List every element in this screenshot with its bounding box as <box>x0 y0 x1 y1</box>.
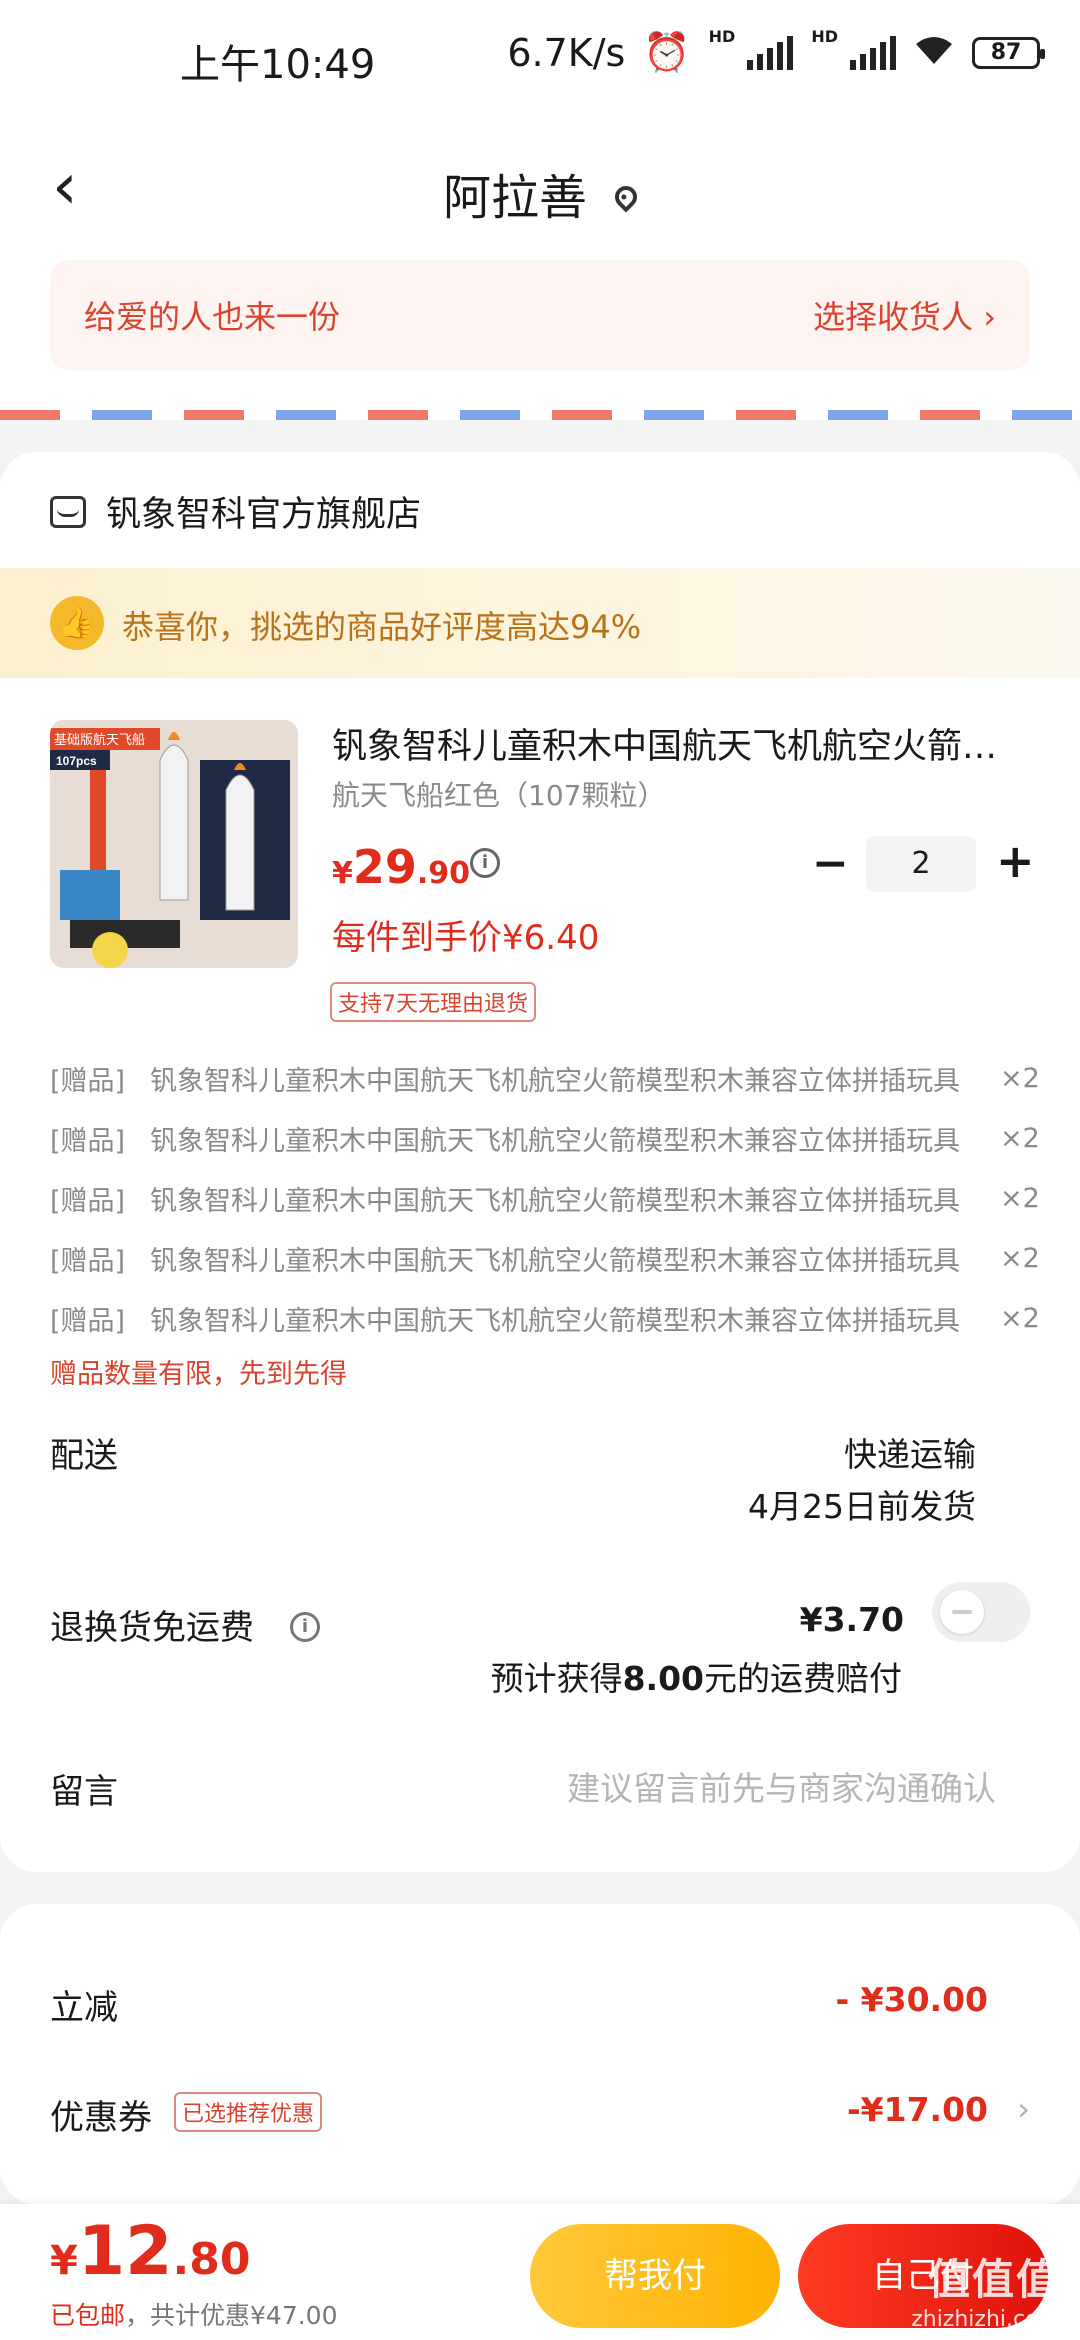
product-image-badge: 基础版航天飞船 <box>54 732 145 747</box>
gift-name: 钒象智科儿童积木中国航天飞机航空火箭模型积木兼容立体拼插玩具 <box>150 1065 960 1097</box>
battery-icon: 87 <box>972 36 1045 69</box>
status-icons: 6.7K/s ⏰ HD HD 87 <box>507 27 1045 75</box>
savings-summary: 已包邮，共计优惠¥47.00 <box>50 2296 338 2332</box>
instant-discount-amount: - ¥30.00 <box>835 1980 988 2019</box>
total-decimal: .80 <box>172 2234 251 2285</box>
alarm-icon: ⏰ <box>643 30 691 74</box>
unit-price: 每件到手价¥6.40 <box>332 918 600 958</box>
compensation-text: 预计获得8.00元的运费赔付 <box>491 1652 902 1700</box>
watermark-site: zhizhizhi.com <box>911 2307 1060 2332</box>
shop-header[interactable]: 钒象智科官方旗舰店 <box>50 486 421 537</box>
hd-label: HD <box>708 27 736 46</box>
return-insurance-toggle[interactable] <box>932 1582 1030 1642</box>
return-policy-tag: 支持7天无理由退货 <box>330 982 536 1022</box>
nav-header: ‹ 阿拉善 <box>0 118 1080 260</box>
location-pin-icon <box>610 181 642 213</box>
shipping-label: 配送 <box>50 1436 118 1476</box>
signal-icon-2 <box>850 35 896 70</box>
gift-banner[interactable]: 给爱的人也来一份 选择收货人 › <box>50 260 1030 370</box>
product-name[interactable]: 钒象智科儿童积木中国航天飞机航空火箭模型积木兼容立体拼插玩具 <box>332 718 1032 769</box>
gift-tag: [赠品] <box>50 1305 126 1337</box>
product-price: ¥29.90 <box>332 840 470 894</box>
gift-count: ×2 <box>1000 1062 1040 1094</box>
return-insurance-price: ¥3.70 <box>799 1600 904 1639</box>
compensation-amount: 8.00 <box>622 1659 704 1698</box>
gift-name: 钒象智科儿童积木中国航天飞机航空火箭模型积木兼容立体拼插玩具 <box>150 1245 960 1277</box>
gift-limit-note: 赠品数量有限，先到先得 <box>50 1359 347 1390</box>
shipping-method[interactable]: 快递运输 <box>844 1428 976 1476</box>
gift-name: 钒象智科儿童积木中国航天飞机航空火箭模型积木兼容立体拼插玩具 <box>150 1125 960 1157</box>
gift-tag: [赠品] <box>50 1245 126 1277</box>
gift-tag: [赠品] <box>50 1065 126 1097</box>
gift-item[interactable]: [赠品] 钒象智科儿童积木中国航天飞机航空火箭模型积木兼容立体拼插玩具 ×2 <box>50 1048 1040 1108</box>
coupon-label[interactable]: 优惠券 <box>50 2090 152 2139</box>
message-input[interactable]: 建议留言前先与商家沟通确认 <box>567 1762 996 1810</box>
gift-tag: [赠品] <box>50 1125 126 1157</box>
gift-item[interactable]: [赠品] 钒象智科儿童积木中国航天飞机航空火箭模型积木兼容立体拼插玩具 ×2 <box>50 1288 1040 1348</box>
gift-tag: [赠品] <box>50 1185 126 1217</box>
gift-banner-text: 给爱的人也来一份 <box>84 298 341 336</box>
saved-text: ，共计优惠¥47.00 <box>125 2301 338 2330</box>
signal-icon <box>747 35 794 70</box>
hd-label-2: HD <box>811 27 838 46</box>
network-speed: 6.7K/s <box>507 30 626 75</box>
address-title: 阿拉善 <box>442 170 587 226</box>
return-insurance-info-icon[interactable]: i <box>290 1612 320 1642</box>
gift-count: ×2 <box>1000 1242 1040 1274</box>
compensation-pre: 预计获得 <box>490 1659 623 1698</box>
price-decimal: .90 <box>416 856 471 891</box>
quantity-field[interactable]: 2 <box>866 836 976 892</box>
gift-name: 钒象智科儿童积木中国航天飞机航空火箭模型积木兼容立体拼插玩具 <box>150 1185 960 1217</box>
gift-count: ×2 <box>1000 1302 1040 1334</box>
watermark-logo: 值值值 <box>927 2255 1060 2304</box>
product-image-count: 107pcs <box>56 754 97 768</box>
watermark: 值值值 zhizhizhi.com <box>911 2246 1060 2332</box>
price-currency: ¥ <box>332 856 353 891</box>
product-spec[interactable]: 航天飞船红色（107颗粒） <box>332 774 665 814</box>
gift-item[interactable]: [赠品] 钒象智科儿童积木中国航天飞机航空火箭模型积木兼容立体拼插玩具 ×2 <box>50 1168 1040 1228</box>
select-recipient-link[interactable]: 选择收货人 › <box>813 292 996 338</box>
status-time: 上午10:49 <box>180 42 376 88</box>
coupon-amount[interactable]: -¥17.00 <box>847 2090 988 2129</box>
gift-count: ×2 <box>1000 1182 1040 1214</box>
gift-item[interactable]: [赠品] 钒象智科儿童积木中国航天飞机航空火箭模型积木兼容立体拼插玩具 ×2 <box>50 1228 1040 1288</box>
checkout-bar: ¥12.80 已包邮，共计优惠¥47.00 帮我付 自己付 值值值 zhizhi… <box>0 2204 1080 2340</box>
gift-count: ×2 <box>1000 1122 1040 1154</box>
product-image[interactable]: 基础版航天飞船 107pcs <box>50 720 298 968</box>
praise-banner: 👍 恭喜你，挑选的商品好评度高达94% <box>0 568 1080 678</box>
discount-card <box>0 1904 1080 2204</box>
order-card: 钒象智科官方旗舰店 👍 恭喜你，挑选的商品好评度高达94% 基础版航天飞船 10… <box>0 452 1080 1872</box>
thumbs-up-icon: 👍 <box>50 596 104 650</box>
coupon-chevron-icon[interactable]: › <box>1017 2090 1030 2128</box>
compensation-post: 元的运费赔付 <box>704 1659 902 1698</box>
status-bar: 上午10:49 6.7K/s ⏰ HD HD 87 <box>0 0 1080 118</box>
total-currency: ¥ <box>50 2238 78 2284</box>
gift-item[interactable]: [赠品] 钒象智科儿童积木中国航天飞机航空火箭模型积木兼容立体拼插玩具 ×2 <box>50 1108 1040 1168</box>
total-integer: 12 <box>77 2212 173 2291</box>
help-pay-button[interactable]: 帮我付 <box>530 2224 780 2328</box>
page-title[interactable]: 阿拉善 <box>0 158 1080 228</box>
praise-text: 恭喜你，挑选的商品好评度高达94% <box>122 608 642 646</box>
quantity-minus-button[interactable]: − <box>812 838 849 889</box>
gift-name: 钒象智科儿童积木中国航天飞机航空火箭模型积木兼容立体拼插玩具 <box>150 1305 960 1337</box>
total-price: ¥12.80 <box>50 2212 250 2291</box>
price-integer: 29 <box>352 840 417 894</box>
shop-name: 钒象智科官方旗舰店 <box>106 495 422 535</box>
price-info-icon[interactable]: i <box>470 848 500 878</box>
gift-section: 给爱的人也来一份 选择收货人 › <box>0 260 1080 420</box>
message-label: 留言 <box>50 1772 118 1812</box>
free-shipping-text: 已包邮 <box>50 2301 126 2330</box>
coupon-recommend-tag: 已选推荐优惠 <box>174 2092 323 2132</box>
instant-discount-label: 立减 <box>50 1988 118 2028</box>
gift-list: [赠品] 钒象智科儿童积木中国航天飞机航空火箭模型积木兼容立体拼插玩具 ×2 [… <box>50 1048 1040 1348</box>
return-insurance-label: 退换货免运费 <box>50 1608 254 1648</box>
airmail-border <box>0 410 1080 420</box>
quantity-plus-button[interactable]: + <box>996 834 1035 888</box>
wifi-icon <box>914 31 954 75</box>
shop-icon <box>50 495 86 528</box>
shipping-date: 4月25日前发货 <box>748 1487 976 1526</box>
